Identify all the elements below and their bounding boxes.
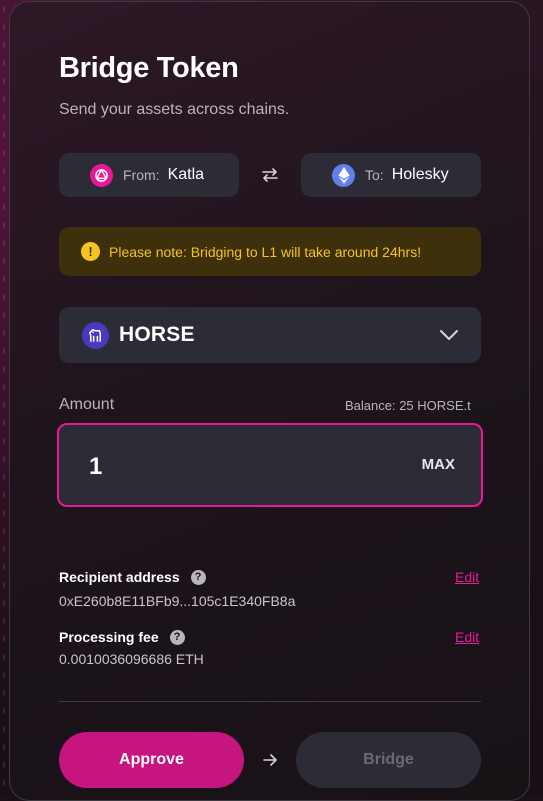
bridge-button[interactable]: Bridge — [296, 732, 481, 788]
page-subtitle: Send your assets across chains. — [59, 101, 290, 118]
recipient-address-label-text: Recipient address — [59, 569, 180, 585]
help-icon[interactable]: ? — [169, 629, 185, 645]
processing-fee-value: 0.0010036096686 ETH — [59, 651, 204, 667]
swap-arrows-icon[interactable] — [258, 165, 282, 185]
balance-text: Balance: 25 HORSE.t — [345, 398, 471, 413]
ethereum-logo-icon — [332, 163, 355, 187]
to-chain-selector[interactable]: To: Holesky — [301, 153, 481, 197]
from-chain-name: Katla — [167, 166, 205, 183]
amount-input[interactable] — [87, 451, 361, 483]
chevron-down-icon — [439, 328, 459, 342]
token-name: HORSE — [119, 323, 195, 346]
to-label: To: — [365, 167, 384, 183]
divider — [59, 701, 481, 702]
horse-token-icon — [82, 321, 109, 349]
bridging-notice-alert: ! Please note: Bridging to L1 will take … — [59, 227, 481, 276]
max-button[interactable]: MAX — [422, 456, 455, 473]
from-label: From: — [123, 167, 160, 183]
page-title: Bridge Token — [59, 52, 239, 84]
processing-fee-label: Processing fee ? — [59, 629, 185, 645]
arrow-right-icon — [261, 751, 279, 769]
alert-text: Please note: Bridging to L1 will take ar… — [109, 243, 422, 260]
token-selector[interactable]: HORSE — [59, 307, 481, 363]
help-icon[interactable]: ? — [190, 569, 206, 585]
edit-recipient-link[interactable]: Edit — [455, 569, 479, 585]
recipient-address-value: 0xE260b8E11BFb9...105c1E340FB8a — [59, 593, 296, 609]
amount-field: MAX — [57, 423, 483, 507]
amount-label: Amount — [59, 396, 115, 413]
to-chain-name: Holesky — [391, 166, 449, 183]
recipient-address-label: Recipient address ? — [59, 569, 206, 585]
exclamation-icon: ! — [81, 242, 100, 261]
edit-fee-link[interactable]: Edit — [455, 629, 479, 645]
approve-button[interactable]: Approve — [59, 732, 244, 788]
from-chain-selector[interactable]: From: Katla — [59, 153, 239, 197]
katla-logo-icon — [90, 163, 113, 187]
processing-fee-label-text: Processing fee — [59, 629, 159, 645]
